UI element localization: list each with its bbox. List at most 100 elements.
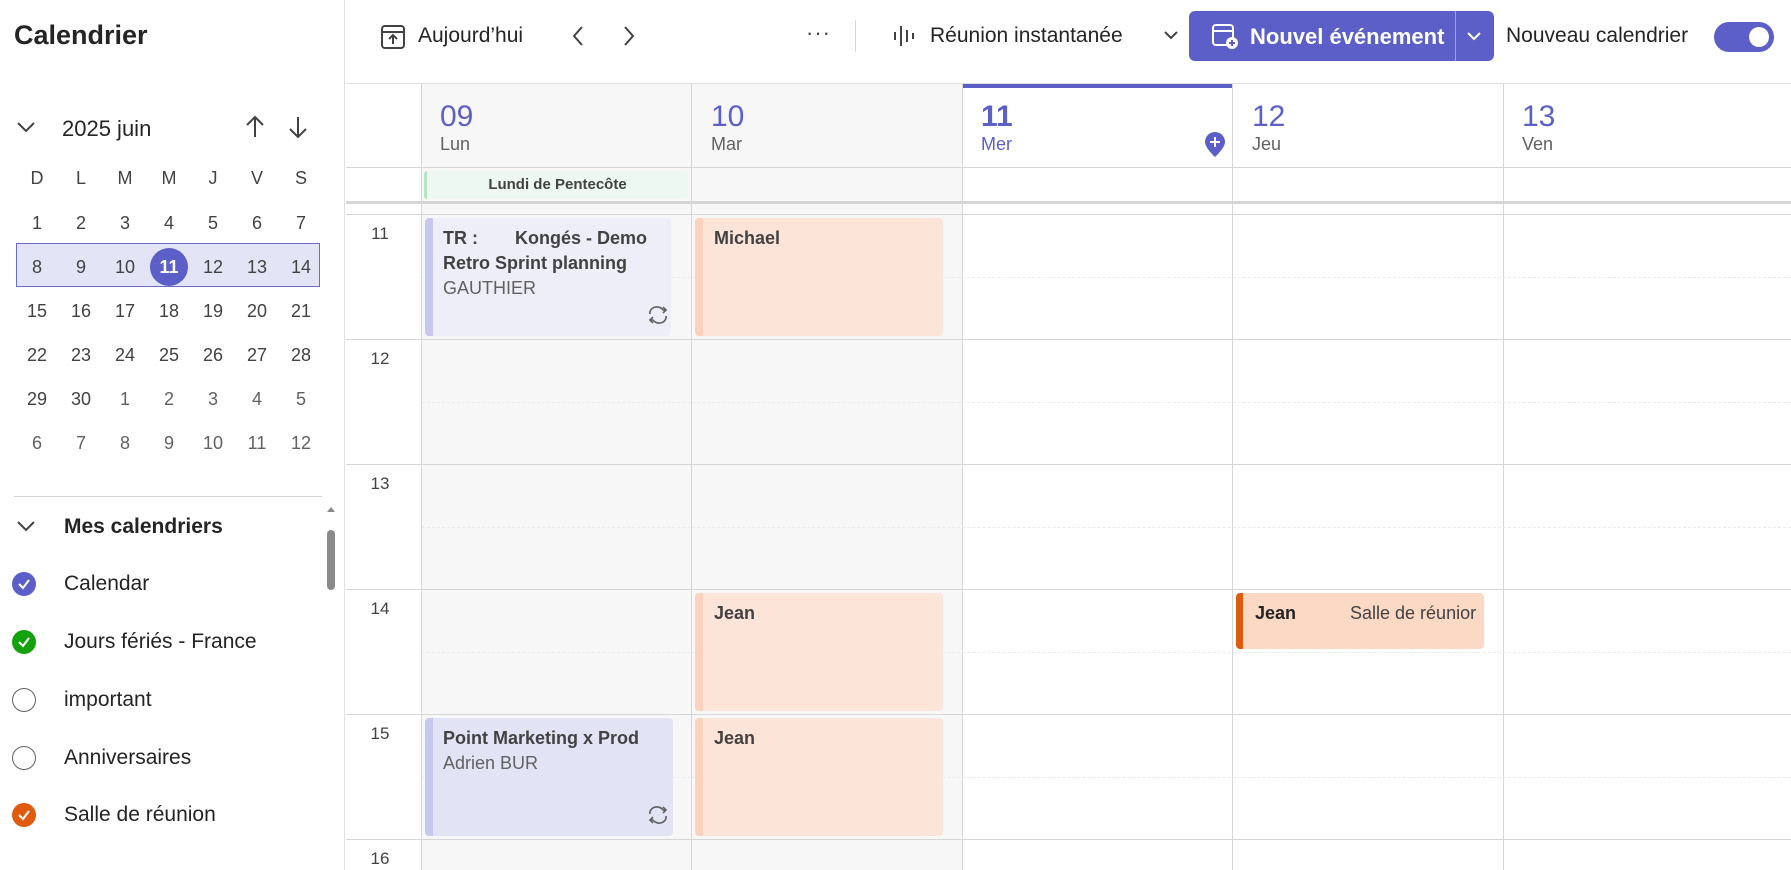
day-header-today[interactable]: 11 Mer bbox=[981, 100, 1013, 155]
mini-day[interactable]: 2 bbox=[147, 377, 191, 421]
hour-label: 16 bbox=[370, 849, 390, 868]
mini-day[interactable]: 8 bbox=[103, 421, 147, 465]
mini-calendar-month[interactable]: 2025 juin bbox=[62, 116, 151, 142]
mini-day[interactable]: 10 bbox=[191, 421, 235, 465]
my-calendars-header[interactable]: Mes calendriers bbox=[64, 515, 223, 539]
mini-day[interactable]: 21 bbox=[279, 289, 323, 333]
mini-day[interactable]: 16 bbox=[59, 289, 103, 333]
day-number: 13 bbox=[1522, 100, 1556, 133]
mini-day[interactable]: 10 bbox=[103, 245, 147, 289]
next-week-icon[interactable] bbox=[619, 24, 639, 48]
calendar-item[interactable]: Salle de réunion bbox=[12, 803, 216, 827]
event-title: Michael bbox=[714, 228, 781, 248]
day-header[interactable]: 13 Ven bbox=[1522, 100, 1555, 155]
event-title-prefix: TR : bbox=[443, 228, 478, 248]
unchecked-icon[interactable] bbox=[12, 746, 36, 770]
mini-day[interactable]: 6 bbox=[15, 421, 59, 465]
calendar-label: Anniversaires bbox=[64, 746, 192, 769]
mini-day[interactable]: 18 bbox=[147, 289, 191, 333]
mini-day[interactable]: 5 bbox=[279, 377, 323, 421]
mini-day[interactable]: 2 bbox=[59, 201, 103, 245]
mini-day[interactable]: 3 bbox=[103, 201, 147, 245]
day-header[interactable]: 12 Jeu bbox=[1252, 100, 1285, 155]
mini-day[interactable]: 12 bbox=[191, 245, 235, 289]
mini-day[interactable]: 27 bbox=[235, 333, 279, 377]
mini-day[interactable]: 5 bbox=[191, 201, 235, 245]
mini-day[interactable]: 20 bbox=[235, 289, 279, 333]
mini-day[interactable]: 24 bbox=[103, 333, 147, 377]
calendar-item[interactable]: important bbox=[12, 688, 152, 712]
event-card[interactable]: TR : Kongés - Demo Retro Sprint planning… bbox=[425, 218, 671, 336]
calendar-item[interactable]: Anniversaires bbox=[12, 746, 191, 770]
checked-icon[interactable] bbox=[12, 572, 36, 596]
day-number: 11 bbox=[981, 100, 1013, 133]
all-day-event[interactable]: Lundi de Pentecôte bbox=[424, 171, 688, 199]
day-name: Jeu bbox=[1252, 134, 1282, 154]
mini-day[interactable]: 14 bbox=[279, 245, 323, 289]
event-organizer: GAUTHIER bbox=[443, 278, 537, 298]
hour-line bbox=[346, 214, 1791, 215]
mini-day[interactable]: 17 bbox=[103, 289, 147, 333]
mini-day[interactable]: 28 bbox=[279, 333, 323, 377]
collapse-mini-calendar-icon[interactable] bbox=[14, 115, 38, 139]
weekday-label: S bbox=[294, 168, 307, 188]
mini-day[interactable]: 4 bbox=[235, 377, 279, 421]
mini-day[interactable]: 30 bbox=[59, 377, 103, 421]
mini-day[interactable]: 11 bbox=[235, 421, 279, 465]
meet-now-button[interactable]: Réunion instantanée bbox=[892, 22, 1123, 50]
scrollbar-thumb[interactable] bbox=[327, 530, 335, 590]
mini-day[interactable]: 9 bbox=[59, 245, 103, 289]
previous-week-icon[interactable] bbox=[568, 24, 588, 48]
hour-label: 14 bbox=[370, 599, 390, 618]
mini-day[interactable]: 6 bbox=[235, 201, 279, 245]
mini-day[interactable]: 25 bbox=[147, 333, 191, 377]
next-month-icon[interactable] bbox=[286, 114, 310, 140]
today-indicator bbox=[962, 84, 1232, 88]
new-calendar-label: Nouveau calendrier bbox=[1506, 24, 1689, 47]
event-card[interactable]: Point Marketing x Prod Adrien BUR bbox=[425, 718, 673, 836]
unchecked-icon[interactable] bbox=[12, 688, 36, 712]
mini-day[interactable]: 4 bbox=[147, 201, 191, 245]
mini-day[interactable]: 23 bbox=[59, 333, 103, 377]
event-card[interactable]: Jean bbox=[695, 718, 943, 836]
mini-day[interactable]: 26 bbox=[191, 333, 235, 377]
mini-day[interactable]: 29 bbox=[15, 377, 59, 421]
new-event-button[interactable]: Nouvel événement bbox=[1189, 11, 1494, 61]
tentative-stripe bbox=[425, 218, 433, 336]
mini-day[interactable]: 7 bbox=[279, 201, 323, 245]
week-row: 8 9 10 11 12 13 14 bbox=[15, 245, 323, 289]
mini-day[interactable]: 15 bbox=[15, 289, 59, 333]
mini-day[interactable]: 8 bbox=[15, 245, 59, 289]
calendar-item[interactable]: Jours fériés - France bbox=[12, 630, 257, 654]
event-card[interactable]: Jean bbox=[695, 593, 943, 711]
mini-day-selected[interactable]: 11 bbox=[147, 245, 191, 289]
scroll-up-icon[interactable] bbox=[326, 505, 336, 513]
mini-day[interactable]: 22 bbox=[15, 333, 59, 377]
checked-icon[interactable] bbox=[12, 803, 36, 827]
collapse-calendars-icon[interactable] bbox=[14, 514, 38, 538]
calendar-item[interactable]: Calendar bbox=[12, 572, 149, 596]
previous-month-icon[interactable] bbox=[243, 114, 267, 140]
day-header[interactable]: 10 Mar bbox=[711, 100, 744, 155]
half-hour-line bbox=[422, 402, 1791, 403]
mini-day[interactable]: 19 bbox=[191, 289, 235, 333]
meet-now-dropdown-icon[interactable] bbox=[1162, 26, 1180, 44]
new-event-dropdown-icon[interactable] bbox=[1465, 27, 1483, 45]
event-card[interactable]: Michael bbox=[695, 218, 943, 336]
mini-day[interactable]: 1 bbox=[103, 377, 147, 421]
split-divider bbox=[1455, 11, 1456, 61]
mini-day[interactable]: 7 bbox=[59, 421, 103, 465]
more-options-button[interactable]: ··· bbox=[806, 20, 831, 46]
mini-day[interactable]: 1 bbox=[15, 201, 59, 245]
day-header[interactable]: 09 Lun bbox=[440, 100, 473, 155]
mini-day[interactable]: 9 bbox=[147, 421, 191, 465]
event-card[interactable]: Jean Salle de réunior bbox=[1236, 593, 1484, 649]
today-button[interactable]: Aujourd’hui bbox=[380, 22, 523, 50]
new-calendar-toggle[interactable] bbox=[1714, 22, 1774, 52]
checked-icon[interactable] bbox=[12, 630, 36, 654]
mini-day[interactable]: 12 bbox=[279, 421, 323, 465]
mini-day[interactable]: 13 bbox=[235, 245, 279, 289]
mini-day[interactable]: 3 bbox=[191, 377, 235, 421]
day-number: 12 bbox=[1252, 100, 1286, 133]
add-event-icon[interactable] bbox=[1203, 131, 1227, 159]
